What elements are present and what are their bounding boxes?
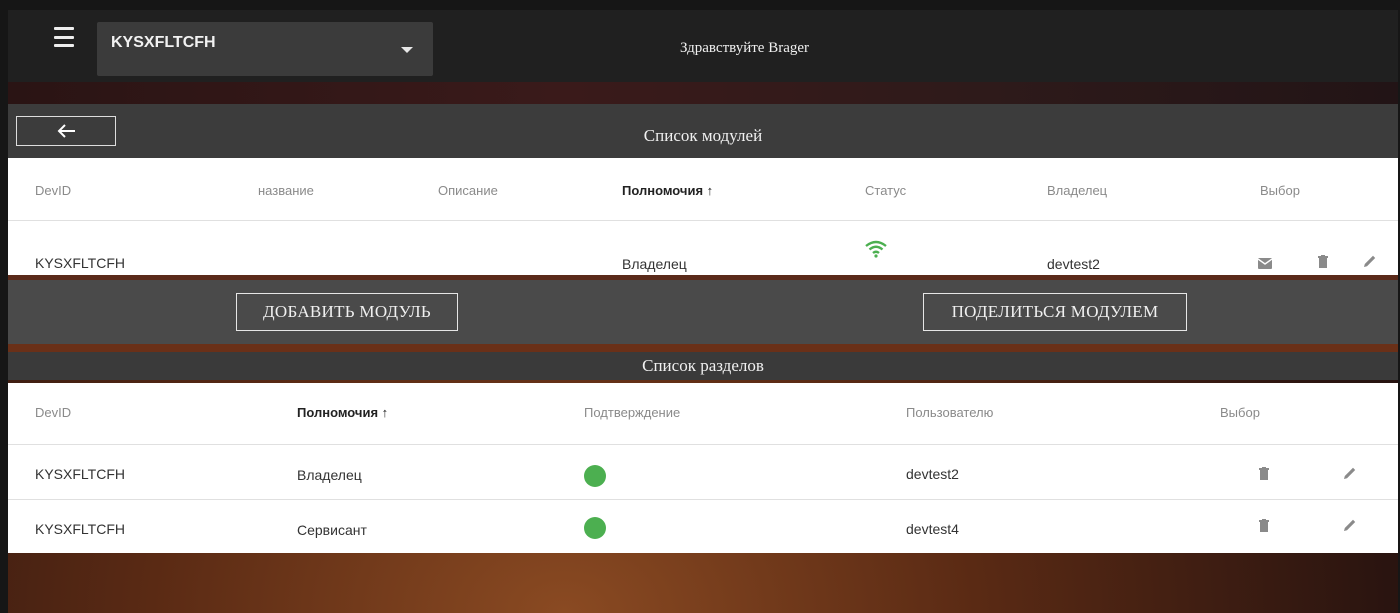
confirmed-indicator (584, 465, 606, 487)
col-role[interactable]: Полномочия ↑ (622, 183, 713, 198)
col-user[interactable]: Пользователю (906, 405, 993, 420)
module-select-value: KYSXFLTCFH (111, 34, 216, 51)
cell-role: Владелец (622, 256, 687, 272)
col-status[interactable]: Статус (865, 183, 906, 198)
modules-header: Список модулей (8, 104, 1398, 158)
col-select: Выбор (1260, 183, 1300, 198)
confirmed-indicator (584, 517, 606, 539)
mail-icon[interactable] (1257, 256, 1273, 274)
wifi-icon (865, 240, 887, 263)
add-module-button[interactable]: ДОБАВИТЬ МОДУЛЬ (236, 293, 458, 331)
cell-devid: KYSXFLTCFH (35, 255, 125, 271)
decorative-strip (8, 82, 1398, 104)
share-module-button[interactable]: ПОДЕЛИТЬСЯ МОДУЛЕМ (923, 293, 1187, 331)
cell-devid: KYSXFLTCFH (35, 466, 125, 482)
menu-icon[interactable] (44, 24, 84, 50)
cell-owner: devtest2 (1047, 256, 1100, 272)
pencil-icon[interactable] (1343, 466, 1357, 485)
col-description[interactable]: Описание (438, 183, 498, 198)
divider (8, 220, 1398, 221)
modules-table: DevID название Описание Полномочия ↑ Ста… (8, 158, 1398, 275)
divider (8, 444, 1398, 445)
sections-title: Список разделов (642, 356, 764, 375)
pencil-icon[interactable] (1343, 518, 1357, 537)
cell-user: devtest4 (906, 521, 959, 537)
cell-role: Владелец (297, 467, 362, 483)
col-confirmation[interactable]: Подтверждение (584, 405, 680, 420)
cell-role: Сервисант (297, 522, 367, 538)
col-name[interactable]: название (258, 183, 314, 198)
col-select: Выбор (1220, 405, 1260, 420)
chevron-down-icon (401, 47, 413, 53)
modules-title: Список модулей (643, 126, 763, 145)
cell-user: devtest2 (906, 466, 959, 482)
decorative-strip (8, 344, 1398, 352)
col-role[interactable]: Полномочия ↑ (297, 405, 388, 420)
module-actions-bar: ДОБАВИТЬ МОДУЛЬ ПОДЕЛИТЬСЯ МОДУЛЕМ (8, 280, 1398, 344)
trash-icon[interactable] (1259, 519, 1269, 537)
sections-table: DevID Полномочия ↑ Подтверждение Пользов… (8, 383, 1398, 553)
divider (8, 499, 1398, 500)
sections-header: Список разделов (8, 352, 1398, 380)
module-select[interactable]: KYSXFLTCFH (97, 22, 433, 76)
trash-icon[interactable] (1318, 255, 1328, 273)
col-owner[interactable]: Владелец (1047, 183, 1107, 198)
col-devid[interactable]: DevID (35, 405, 71, 420)
greeting-text: Здравствуйте Brager (680, 40, 810, 56)
pencil-icon[interactable] (1363, 254, 1377, 273)
trash-icon[interactable] (1259, 467, 1269, 485)
cell-devid: KYSXFLTCFH (35, 521, 125, 537)
col-devid[interactable]: DevID (35, 183, 71, 198)
